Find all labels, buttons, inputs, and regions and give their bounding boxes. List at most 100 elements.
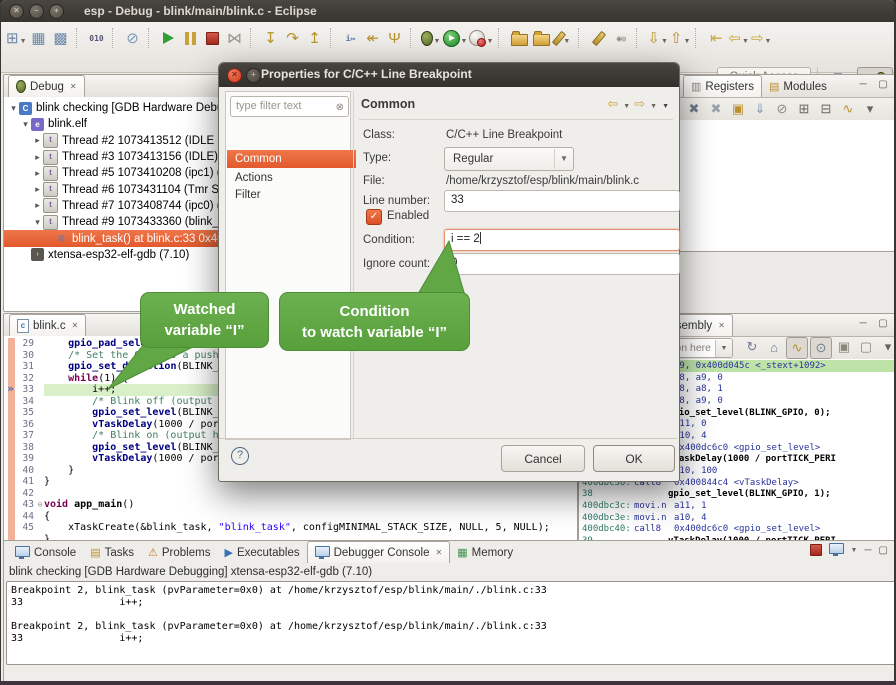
maximize-icon[interactable]: ▢ xyxy=(876,318,890,329)
pin-view-button[interactable]: ▢ xyxy=(856,337,876,357)
chevron-down-icon[interactable]: ▼ xyxy=(650,99,657,110)
tree-expand-icon[interactable]: ▸ xyxy=(32,184,43,195)
sync-with-active-debug-context-button[interactable]: ∿ xyxy=(786,337,808,359)
maximize-icon[interactable]: ▢ xyxy=(876,79,890,90)
tree-expand-icon[interactable]: ▸ xyxy=(32,168,43,179)
type-select[interactable]: Regular ▼ xyxy=(444,147,574,171)
minimize-icon[interactable]: ─ xyxy=(864,545,871,556)
terminate-icon[interactable] xyxy=(810,544,822,556)
window-close-button[interactable]: ✕ xyxy=(9,4,24,19)
disassembly-row[interactable]: 38gpio_set_level(BLINK_GPIO, 1); xyxy=(579,489,894,501)
chevron-down-icon[interactable]: ▼ xyxy=(765,32,772,45)
tab-modules[interactable]: ▤Modules xyxy=(762,76,834,97)
tab-blink-c[interactable]: c blink.c ✕ xyxy=(9,314,86,336)
collapse-all-button[interactable]: ⊟ xyxy=(816,99,836,119)
view-menu-icon[interactable]: ▼ xyxy=(662,99,669,110)
suspend-button[interactable] xyxy=(180,26,202,50)
disconnect-button[interactable]: ⋈ xyxy=(224,26,246,50)
binary-file-button[interactable]: 010 xyxy=(86,26,108,50)
instruction-stepping-button[interactable]: i↦ xyxy=(340,26,362,50)
add-register-group-button[interactable]: ▣ xyxy=(728,99,748,119)
filter-input[interactable]: type filter text ⊗ xyxy=(230,96,349,117)
code-line[interactable]: 45 xTaskCreate(&blink_task, "blink_task"… xyxy=(4,522,577,534)
chevron-down-icon[interactable]: ▼ xyxy=(661,32,668,45)
tab-tasks[interactable]: ▤Tasks xyxy=(83,542,141,563)
link-with-debug-view-button[interactable]: ∿ xyxy=(838,99,858,119)
tab-disassembly-close-icon[interactable]: ✕ xyxy=(716,321,725,330)
tab-executables[interactable]: ▶Executables xyxy=(217,542,306,563)
clear-filter-icon[interactable]: ⊗ xyxy=(336,99,344,117)
open-new-view-button[interactable]: ▣ xyxy=(834,337,854,357)
dialog-nav-filter[interactable]: Filter xyxy=(227,186,356,204)
step-over-button[interactable]: ↷ xyxy=(282,26,304,50)
resume-button[interactable] xyxy=(158,26,180,50)
disassembly-row[interactable]: 400dbc3e:movi.na10, 4 xyxy=(579,512,894,524)
tree-expand-icon[interactable]: ▾ xyxy=(32,217,43,228)
debug-button[interactable]: ▼ xyxy=(420,26,442,50)
code-line[interactable]: 44{ xyxy=(4,511,577,523)
help-icon[interactable]: ? xyxy=(231,447,249,465)
open-element-button[interactable] xyxy=(508,26,530,50)
tree-expand-icon[interactable]: ▸ xyxy=(32,152,43,163)
tree-expand-icon[interactable]: ▸ xyxy=(32,200,43,211)
chevron-down-icon[interactable]: ▼ xyxy=(20,32,27,45)
annotate-button[interactable]: ▼ xyxy=(552,26,574,50)
drop-to-frame-button[interactable]: ↞ xyxy=(362,26,384,50)
step-into-button[interactable]: ↧ xyxy=(260,26,282,50)
expand-all-button[interactable]: ⊞ xyxy=(794,99,814,119)
ignore-count-field[interactable]: 0 xyxy=(444,253,680,275)
minimize-icon[interactable]: ─ xyxy=(856,318,870,329)
tab-debug[interactable]: Debug ✕ xyxy=(8,75,85,97)
previous-annotation-button[interactable]: ⇧▼ xyxy=(669,26,692,50)
tab-debug-close-icon[interactable]: ✕ xyxy=(68,82,77,91)
save-all-button[interactable]: ▩ xyxy=(50,26,72,50)
view-menu-button[interactable]: ▾ xyxy=(878,337,895,357)
tab-debugger-console[interactable]: Debugger Console✕ xyxy=(307,541,451,563)
profile-button[interactable]: ◉◎ xyxy=(610,26,632,50)
toggle-mark-occurrences-button[interactable] xyxy=(588,26,610,50)
open-resource-button[interactable] xyxy=(530,26,552,50)
chevron-down-icon[interactable]: ▼ xyxy=(486,32,493,45)
save-button[interactable]: ▦ xyxy=(28,26,50,50)
window-minimize-button[interactable]: − xyxy=(29,4,44,19)
home-button[interactable]: ⌂ xyxy=(764,337,784,357)
terminate-button[interactable] xyxy=(202,26,224,50)
line-number-field[interactable]: 33 xyxy=(444,190,680,212)
dialog-maximize-button[interactable]: + xyxy=(246,68,261,83)
refresh-view-button[interactable]: ↻ xyxy=(742,337,762,357)
code-line[interactable]: 43⊖void app_main() xyxy=(4,499,577,511)
chevron-down-icon[interactable]: ▼ xyxy=(623,99,630,110)
console-output[interactable]: Breakpoint 2, blink_task (pvParameter=0x… xyxy=(6,581,895,665)
pointer-mode-button[interactable]: ⊘ xyxy=(772,99,792,119)
last-edit-location-button[interactable]: ⇤ xyxy=(705,26,727,50)
remove-register-group-button[interactable]: ✖ xyxy=(684,99,704,119)
tree-expand-icon[interactable]: ▾ xyxy=(8,103,19,114)
disassembly-row[interactable]: 400dbc40:call80x400dc6c0 <gpio_set_level… xyxy=(579,524,894,536)
tree-expand-icon[interactable]: ▾ xyxy=(20,119,31,130)
chevron-down-icon[interactable]: ▼ xyxy=(683,32,690,45)
forward-arrow-icon[interactable]: ⇨ xyxy=(634,96,645,112)
remove-all-register-groups-button[interactable]: ✖ xyxy=(706,99,726,119)
chevron-down-icon[interactable]: ▼ xyxy=(742,32,749,45)
chevron-down-icon[interactable]: ▼ xyxy=(434,32,441,45)
dialog-nav-actions[interactable]: Actions xyxy=(227,169,356,187)
cancel-button[interactable]: Cancel xyxy=(501,445,585,472)
enabled-checkbox[interactable]: ✓ xyxy=(366,209,382,225)
tab-registers[interactable]: ▥Registers xyxy=(683,75,762,97)
disassembly-row[interactable]: 400dbc3c:movi.na11, 1 xyxy=(579,500,894,512)
external-tools-button[interactable]: ▼ xyxy=(468,26,494,50)
maximize-icon[interactable]: ▢ xyxy=(879,545,888,556)
next-annotation-button[interactable]: ⇩▼ xyxy=(646,26,669,50)
code-line[interactable]: 42 xyxy=(4,488,577,500)
use-step-filters-button[interactable]: Ψ xyxy=(384,26,406,50)
tab-blink-c-close-icon[interactable]: ✕ xyxy=(70,321,79,330)
run-button[interactable]: ▼ xyxy=(442,26,469,50)
view-menu-button[interactable]: ▾ xyxy=(860,99,880,119)
dialog-nav-common[interactable]: Common xyxy=(227,150,356,168)
breakpoint-current-line-icon[interactable]: » xyxy=(4,384,17,395)
step-return-button[interactable]: ↥ xyxy=(304,26,326,50)
display-console-icon[interactable] xyxy=(829,543,844,554)
window-maximize-button[interactable]: + xyxy=(49,4,64,19)
tab-problems[interactable]: ⚠Problems xyxy=(141,542,217,563)
back-button[interactable]: ⇦▼ xyxy=(727,26,750,50)
